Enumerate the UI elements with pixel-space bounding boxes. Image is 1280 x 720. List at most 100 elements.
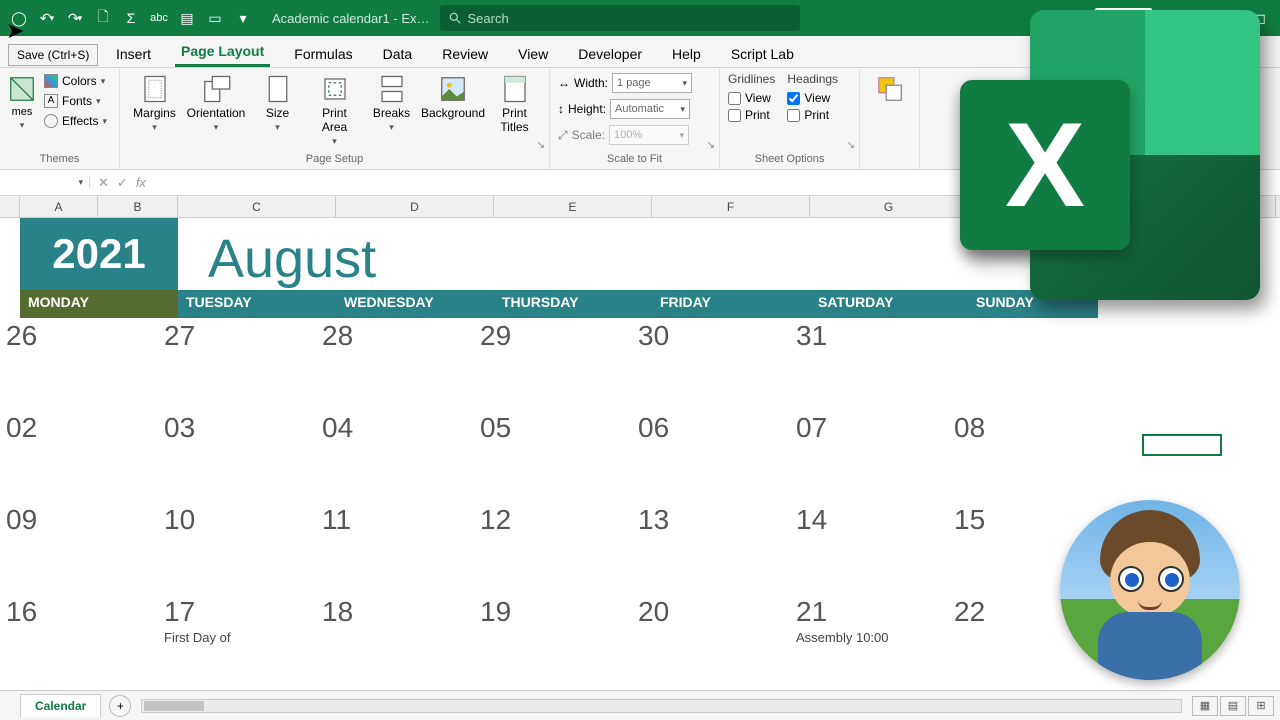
calendar-cell[interactable]: 20 (632, 594, 790, 686)
background-button[interactable]: Background (422, 72, 484, 122)
undo-button[interactable]: ↶▾ (36, 7, 58, 29)
effects-button[interactable]: Effects▾ (40, 112, 111, 130)
calendar-cell[interactable]: 07 (790, 410, 948, 502)
calendar-cell[interactable]: 06 (632, 410, 790, 502)
print-area-button[interactable]: Print Area▾ (308, 72, 361, 149)
add-sheet-button[interactable]: + (109, 695, 131, 717)
pagesetup-dialog-launcher[interactable]: ↘ (537, 140, 545, 151)
col-A[interactable]: A (20, 196, 98, 217)
save-tooltip: Save (Ctrl+S) (8, 44, 98, 66)
calendar-cell[interactable]: 04 (316, 410, 474, 502)
fx-icon[interactable]: fx (136, 175, 146, 191)
col-E[interactable]: E (494, 196, 652, 217)
col-B[interactable]: B (98, 196, 178, 217)
cancel-formula-icon[interactable]: ✕ (98, 175, 109, 191)
tab-page-layout[interactable]: Page Layout (175, 37, 270, 67)
avatar-overlay (1060, 500, 1240, 680)
themes-button[interactable]: mes▾ (8, 72, 36, 133)
calendar-cell[interactable]: 12 (474, 502, 632, 594)
calendar-cell[interactable]: 14 (790, 502, 948, 594)
name-box[interactable]: ▾ (0, 177, 90, 188)
breaks-button[interactable]: Breaks▾ (365, 72, 418, 135)
calendar-cell[interactable]: 09 (0, 502, 158, 594)
col-G[interactable]: G (810, 196, 968, 217)
calendar-cell[interactable]: 27 (158, 318, 316, 410)
gridlines-print-checkbox[interactable]: Print (728, 108, 775, 122)
form-icon[interactable]: ▤ (176, 7, 198, 29)
autosum-icon[interactable]: Σ (120, 7, 142, 29)
search-icon (448, 11, 462, 25)
tab-view[interactable]: View (512, 40, 554, 67)
calendar-cell[interactable]: 29 (474, 318, 632, 410)
normal-view-button[interactable]: ▦ (1192, 696, 1218, 716)
calendar-cell[interactable]: 31 (790, 318, 948, 410)
col-D[interactable]: D (336, 196, 494, 217)
horizontal-scrollbar[interactable] (141, 699, 1182, 713)
width-icon: ↔ (558, 76, 570, 90)
page-break-view-button[interactable]: ⊞ (1248, 696, 1274, 716)
calendar-cell[interactable]: 05 (474, 410, 632, 502)
calendar-cell[interactable]: 26 (0, 318, 158, 410)
headings-heading: Headings (787, 72, 838, 86)
margins-button[interactable]: Margins▾ (128, 72, 181, 135)
calendar-cell[interactable]: 18 (316, 594, 474, 686)
colors-button[interactable]: Colors▾ (40, 72, 111, 90)
search-input[interactable]: Search (440, 5, 800, 31)
tab-formulas[interactable]: Formulas (288, 40, 358, 67)
gridlines-heading: Gridlines (728, 72, 775, 86)
scale-icon: ⤢ (558, 128, 568, 143)
sheetopts-dialog-launcher[interactable]: ↘ (847, 140, 855, 151)
calendar-cell[interactable]: 21Assembly 10:00 (790, 594, 948, 686)
calendar-cell[interactable]: 02 (0, 410, 158, 502)
redo-button[interactable]: ↷▾ (64, 7, 86, 29)
tab-script-lab[interactable]: Script Lab (725, 40, 800, 67)
print-titles-button[interactable]: Print Titles (488, 72, 541, 136)
tab-help[interactable]: Help (666, 40, 707, 67)
tab-review[interactable]: Review (436, 40, 494, 67)
calendar-cell[interactable]: 08 (948, 410, 1106, 502)
orientation-button[interactable]: Orientation▾ (185, 72, 247, 135)
sheet-tab-calendar[interactable]: Calendar (20, 694, 101, 717)
calendar-cell[interactable]: 11 (316, 502, 474, 594)
calendar-cell[interactable]: 13 (632, 502, 790, 594)
new-file-icon[interactable]: 🗋 (92, 7, 114, 29)
excel-logo-overlay: X (960, 10, 1260, 310)
calendar-cell[interactable]: 16 (0, 594, 158, 686)
tab-insert[interactable]: Insert (110, 40, 157, 67)
headings-print-checkbox[interactable]: Print (787, 108, 838, 122)
group-themes-label: Themes (8, 151, 111, 167)
gridlines-view-checkbox[interactable]: View (728, 91, 775, 105)
sheet-tab-bar: Calendar + ▦ ▤ ⊞ (0, 690, 1280, 720)
calendar-row: 262728293031 (0, 318, 1280, 410)
size-button[interactable]: Size▾ (251, 72, 304, 135)
selected-cell (1142, 434, 1222, 456)
calendar-cell[interactable] (948, 318, 1106, 410)
scale-dialog-launcher[interactable]: ↘ (707, 140, 715, 151)
height-select[interactable]: Automatic▾ (610, 99, 690, 119)
calendar-cell[interactable]: 19 (474, 594, 632, 686)
calendar-cell[interactable]: 17First Day of (158, 594, 316, 686)
calendar-month: August (178, 228, 376, 290)
tab-data[interactable]: Data (377, 40, 419, 67)
calendar-cell[interactable]: 10 (158, 502, 316, 594)
calendar-cell[interactable]: 28 (316, 318, 474, 410)
calendar-cell[interactable]: 03 (158, 410, 316, 502)
headings-view-checkbox[interactable]: View (787, 91, 838, 105)
autosave-toggle[interactable]: ◯ (8, 7, 30, 29)
width-select[interactable]: 1 page▾ (612, 73, 692, 93)
arrange-button[interactable] (868, 72, 911, 106)
enter-formula-icon[interactable]: ✓ (117, 175, 128, 191)
select-all-corner[interactable] (0, 196, 20, 217)
calendar-cell[interactable]: 30 (632, 318, 790, 410)
calendar-row: 02030405060708 (0, 410, 1280, 502)
col-C[interactable]: C (178, 196, 336, 217)
fonts-button[interactable]: AFonts▾ (40, 92, 111, 110)
qat-more-icon[interactable]: ▾ (232, 7, 254, 29)
col-F[interactable]: F (652, 196, 810, 217)
present-icon[interactable]: ▭ (204, 7, 226, 29)
calendar-year: 2021 (20, 218, 178, 290)
tab-developer[interactable]: Developer (572, 40, 648, 67)
dayhdr-sat: SATURDAY (810, 290, 968, 318)
spellcheck-icon[interactable]: abc (148, 7, 170, 29)
page-layout-view-button[interactable]: ▤ (1220, 696, 1246, 716)
